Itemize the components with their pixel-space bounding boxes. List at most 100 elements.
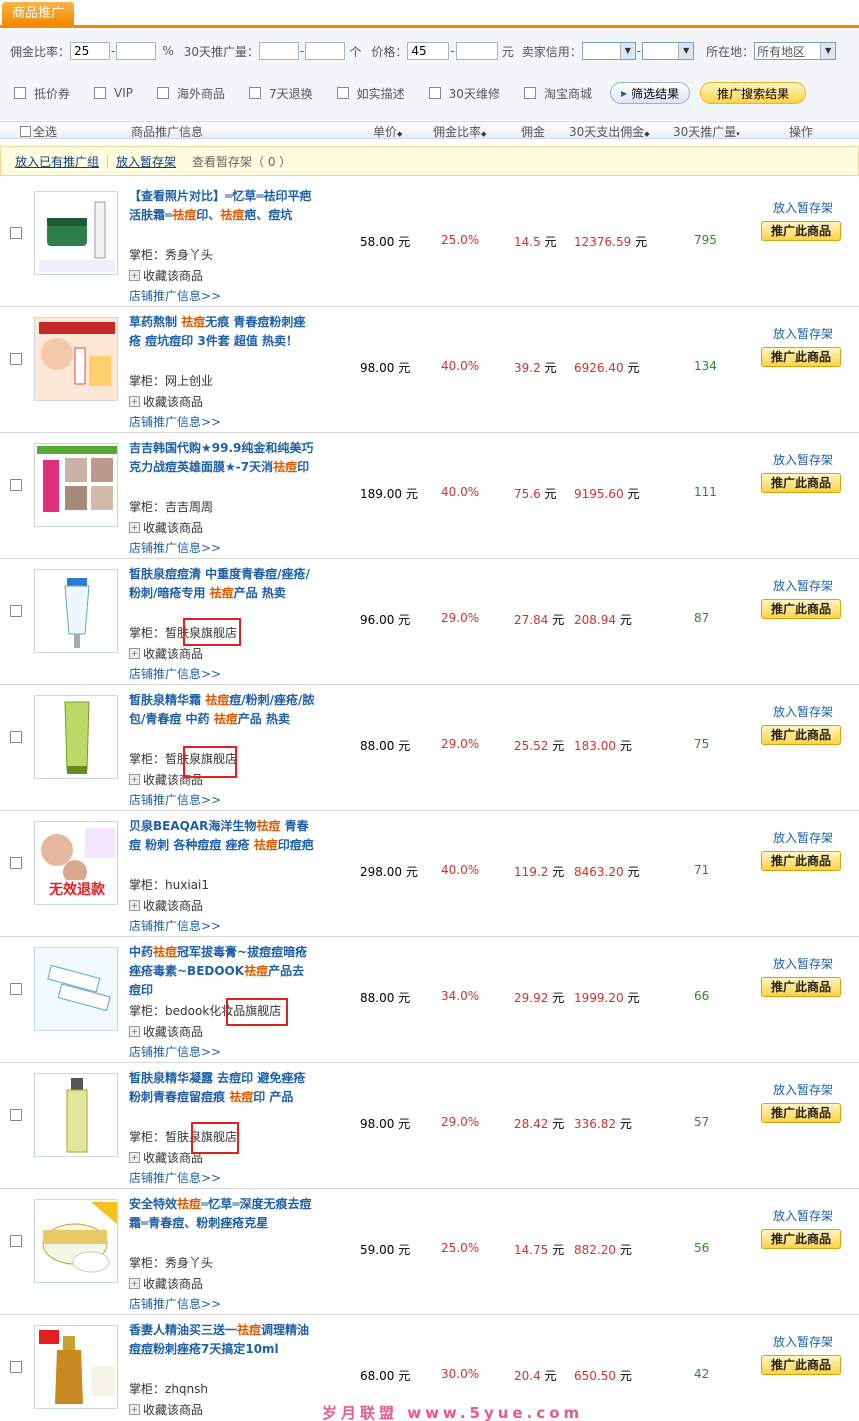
add-to-shelf-link[interactable]: 放入暂存架	[773, 1207, 833, 1224]
shop-promo-link[interactable]: 店铺推广信息>>	[129, 287, 221, 304]
product-thumbnail[interactable]	[34, 191, 118, 275]
product-title-link[interactable]: 中药祛痘冠军拔毒膏~拔痘痘暗疮痤疮毒素~BEDOOK祛痘产品去痘印	[129, 943, 315, 1000]
select-all[interactable]: 全选	[20, 123, 57, 140]
product-thumbnail[interactable]	[34, 695, 118, 779]
product-title-link[interactable]: 吉吉韩国代购★99.9纯金和纯美巧克力战痘英雄面膜★-7天消祛痘印	[129, 439, 315, 477]
product-thumbnail[interactable]	[34, 443, 118, 527]
shop-promo-link[interactable]: 店铺推广信息>>	[129, 413, 221, 430]
row-checkbox[interactable]	[10, 983, 22, 995]
row-checkbox[interactable]	[10, 353, 22, 365]
commission-rate-min-input[interactable]: 25	[70, 42, 111, 60]
promote-search-results-button[interactable]: 推广搜索结果	[700, 82, 807, 104]
checkbox-tmall[interactable]: 淘宝商城	[523, 85, 592, 102]
product-title-link[interactable]: 贝泉BEAQAR海洋生物祛痘 青春痘 粉刺 各种痘痘 痤疮 祛痘印痘疤	[129, 817, 315, 855]
sales-max-input[interactable]	[305, 42, 346, 60]
select-all-checkbox[interactable]	[20, 126, 31, 137]
filter-results-button[interactable]: ▶ 筛选结果	[609, 82, 691, 104]
add-to-shelf-link[interactable]: 放入暂存架	[773, 451, 833, 468]
product-thumbnail[interactable]	[34, 569, 118, 653]
checkbox[interactable]	[523, 87, 536, 99]
shop-promo-link[interactable]: 店铺推广信息>>	[129, 1295, 221, 1312]
seller-credit-max-select[interactable]: ▼	[642, 42, 695, 60]
shop-name[interactable]: 网上创业	[165, 374, 213, 388]
shop-promo-link[interactable]: 店铺推广信息>>	[129, 539, 221, 556]
promote-product-button[interactable]: 推广此商品	[761, 1355, 841, 1375]
favorite-product-link[interactable]: + 收藏该商品	[129, 519, 203, 536]
favorite-product-link[interactable]: + 收藏该商品	[129, 1275, 203, 1292]
checkbox-vip[interactable]: VIP	[94, 86, 133, 100]
shop-name[interactable]: 吉吉周周	[165, 500, 213, 514]
checkbox-30day-repair[interactable]: 30天维修	[428, 85, 500, 102]
promote-product-button[interactable]: 推广此商品	[761, 221, 841, 241]
add-to-group-link[interactable]: 放入已有推广组	[15, 153, 99, 170]
favorite-product-link[interactable]: + 收藏该商品	[129, 267, 203, 284]
product-title-link[interactable]: 皙肤泉痘痘清 中重度青春痘/痤疮/粉刺/暗疮专用 祛痘产品 热卖	[129, 565, 315, 603]
shop-promo-link[interactable]: 店铺推广信息>>	[129, 665, 221, 682]
product-title-link[interactable]: 草药熬制 祛痘无痕 青春痘粉刺痤疮 痘坑痘印 3件套 超值 热卖！	[129, 313, 315, 351]
header-sales[interactable]: 30天推广量▾	[673, 123, 740, 140]
product-thumbnail[interactable]	[34, 1199, 118, 1283]
row-checkbox[interactable]	[10, 1109, 22, 1121]
view-shelf-link[interactable]: 查看暂存架（ 0 ）	[192, 153, 291, 170]
checkbox-as-described[interactable]: 如实描述	[336, 85, 405, 102]
add-to-shelf-link[interactable]: 放入暂存架	[116, 153, 176, 170]
promote-product-button[interactable]: 推广此商品	[761, 347, 841, 367]
shop-promo-link[interactable]: 店铺推广信息>>	[129, 917, 221, 934]
product-thumbnail[interactable]	[34, 947, 118, 1031]
promote-product-button[interactable]: 推广此商品	[761, 599, 841, 619]
product-thumbnail[interactable]	[34, 1073, 118, 1157]
favorite-product-link[interactable]: + 收藏该商品	[129, 645, 203, 662]
product-title-link[interactable]: 皙肤泉精华凝露 去痘印 避免痤疮粉刺青春痘留痘痕 祛痘印 产品	[129, 1069, 315, 1107]
add-to-shelf-link[interactable]: 放入暂存架	[773, 703, 833, 720]
row-checkbox[interactable]	[10, 227, 22, 239]
shop-name[interactable]: huxiai1	[165, 878, 209, 892]
add-to-shelf-link[interactable]: 放入暂存架	[773, 1081, 833, 1098]
checkbox[interactable]	[249, 87, 262, 99]
favorite-product-link[interactable]: + 收藏该商品	[129, 897, 203, 914]
tab-product-promotion[interactable]: 商品推广	[2, 2, 74, 25]
sales-min-input[interactable]	[259, 42, 300, 60]
checkbox[interactable]	[94, 87, 107, 99]
product-thumbnail[interactable]	[34, 1325, 118, 1409]
add-to-shelf-link[interactable]: 放入暂存架	[773, 829, 833, 846]
add-to-shelf-link[interactable]: 放入暂存架	[773, 577, 833, 594]
checkbox[interactable]	[14, 87, 26, 99]
row-checkbox[interactable]	[10, 1361, 22, 1373]
header-price[interactable]: 单价◆	[373, 123, 402, 140]
product-title-link[interactable]: 【查看照片对比】═忆草═祛印平疤活肤霜═祛痘印、祛痘疤、痘坑	[129, 187, 315, 225]
price-max-input[interactable]	[455, 42, 498, 60]
shop-name[interactable]: 秀身丫头	[165, 248, 213, 262]
promote-product-button[interactable]: 推广此商品	[761, 725, 841, 745]
commission-rate-max-input[interactable]	[116, 42, 157, 60]
shop-promo-link[interactable]: 店铺推广信息>>	[129, 1043, 221, 1060]
promote-product-button[interactable]: 推广此商品	[761, 851, 841, 871]
row-checkbox[interactable]	[10, 479, 22, 491]
favorite-product-link[interactable]: + 收藏该商品	[129, 393, 203, 410]
row-checkbox[interactable]	[10, 605, 22, 617]
product-title-link[interactable]: 香妻人精油买三送一祛痘调理精油 痘痘粉刺痤疮7天搞定10ml	[129, 1321, 315, 1359]
product-thumbnail[interactable]: 无效退款	[34, 821, 118, 905]
checkbox-coupon[interactable]: 抵价券	[14, 85, 70, 102]
add-to-shelf-link[interactable]: 放入暂存架	[773, 199, 833, 216]
add-to-shelf-link[interactable]: 放入暂存架	[773, 955, 833, 972]
row-checkbox[interactable]	[10, 857, 22, 869]
product-title-link[interactable]: 安全特效祛痘═忆草═深度无痕去痘霜═青春痘、粉刺痤疮克星	[129, 1195, 315, 1233]
product-thumbnail[interactable]	[34, 317, 118, 401]
checkbox[interactable]	[336, 87, 349, 99]
seller-credit-min-select[interactable]: ▼	[581, 42, 636, 60]
add-to-shelf-link[interactable]: 放入暂存架	[773, 325, 833, 342]
shop-promo-link[interactable]: 店铺推广信息>>	[129, 1169, 221, 1186]
header-spend[interactable]: 30天支出佣金◆	[569, 123, 650, 140]
header-rate[interactable]: 佣金比率◆	[433, 123, 486, 140]
location-select[interactable]: 所有地区 ▼	[754, 42, 837, 60]
favorite-product-link[interactable]: + 收藏该商品	[129, 1023, 203, 1040]
promote-product-button[interactable]: 推广此商品	[761, 1103, 841, 1123]
shop-name[interactable]: zhqnsh	[165, 1382, 208, 1396]
checkbox-overseas[interactable]: 海外商品	[157, 85, 225, 102]
promote-product-button[interactable]: 推广此商品	[761, 473, 841, 493]
promote-product-button[interactable]: 推广此商品	[761, 977, 841, 997]
shop-name[interactable]: 秀身丫头	[165, 1256, 213, 1270]
add-to-shelf-link[interactable]: 放入暂存架	[773, 1333, 833, 1350]
checkbox[interactable]	[428, 87, 441, 99]
promote-product-button[interactable]: 推广此商品	[761, 1229, 841, 1249]
